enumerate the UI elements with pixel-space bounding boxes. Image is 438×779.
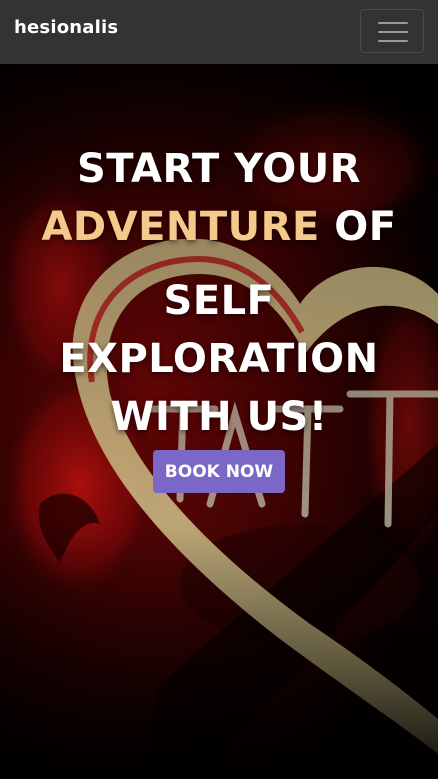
headline-line-3: SELF xyxy=(163,278,275,324)
top-navbar: hesionalis xyxy=(0,0,438,64)
headline-line-5: WITH US! xyxy=(110,394,328,440)
hero-headline: START YOUR ADVENTURE OF SELF EXPLORATION… xyxy=(0,140,438,446)
brand-logo[interactable]: hesionalis xyxy=(14,17,118,38)
book-now-button[interactable]: BOOK NOW xyxy=(153,450,285,493)
headline-line-1: START YOUR xyxy=(77,146,361,192)
headline-line-2-rest: OF xyxy=(319,204,397,250)
menu-toggle-button[interactable] xyxy=(360,9,424,53)
page: hesionalis START YOUR ADVENTURE OF SELF … xyxy=(0,0,438,779)
headline-line-2: ADVENTURE OF xyxy=(0,198,438,256)
headline-line-4: EXPLORATION xyxy=(59,336,379,382)
headline-accent-word: ADVENTURE xyxy=(41,204,320,250)
